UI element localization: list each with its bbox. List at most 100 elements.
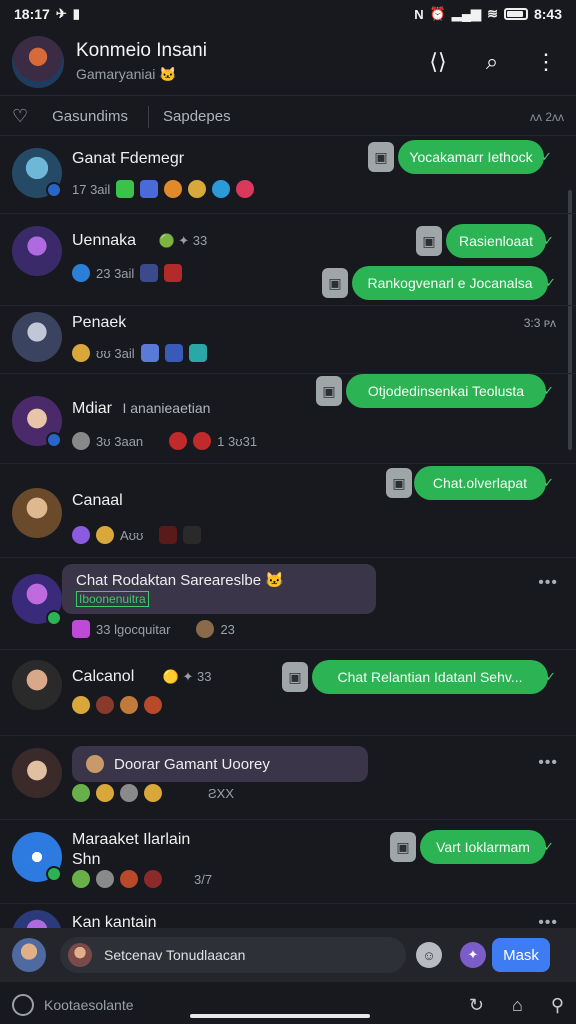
page-title[interactable]: Konmeio Insani [76,40,426,62]
list-item[interactable]: Ganat Fdemegr 17 3ail ▣ Yocakamarr Ietho… [0,140,576,214]
list-item[interactable]: Kan kantain ••• [0,904,576,928]
message-input[interactable]: Setcenav Tonudlaacan [60,937,406,973]
game-icon [140,344,159,362]
preview-text: Chat Rodaktan Sareareslbe 🐱 [76,572,284,589]
list-item[interactable]: Doorar Gamant Uoorey ƧXX ••• [0,736,576,820]
chat-meta: ʊʊ 3ail [72,344,207,362]
avatar [12,660,62,710]
more-icon[interactable]: ••• [538,574,558,592]
tab-1[interactable]: Gasundims [44,108,148,125]
meta-text: 23 3ail [96,265,135,281]
sticker-button-icon[interactable]: ✦ [460,942,486,968]
emoji-icon [72,784,90,802]
avatar [12,312,62,362]
sim-icon: ▮ [72,6,80,21]
message-bubble[interactable]: Chat Relantian Idatanl Sehv... [312,660,556,694]
signal-icon: ▂▄▆ [451,6,482,21]
avatar [12,748,62,798]
circle-icon[interactable] [12,994,34,1016]
input-placeholder: Setcenav Tonudlaacan [104,947,246,963]
emoji-icon [96,526,114,544]
camera-icon[interactable]: ▣ [368,142,394,172]
pin-icon[interactable]: ⚲ [551,995,564,1016]
list-item[interactable]: Maraaket Ilarlain Shn 3/7 ▣ Vart Ioklarm… [0,820,576,904]
message-preview[interactable]: Chat Rodaktan Sareareslbe 🐱 Iboonenuitra [62,564,376,614]
chat-name-extra: I ananieaetian [122,400,211,416]
list-item[interactable]: Canaal Aʊʊ ▣ Chat.olverlapat [0,464,576,558]
chat-meta: Aʊʊ [72,526,202,544]
chat-meta: 17 3ail [72,180,255,198]
preview-tag: Iboonenuitra [76,591,149,607]
home-indicator[interactable] [190,1014,370,1018]
emoji-icon [72,344,90,362]
home-icon[interactable]: ⌂ [512,995,523,1016]
meta-text: 3/7 [194,871,213,887]
list-item[interactable]: Chat Rodaktan Sareareslbe 🐱 Iboonenuitra… [0,558,576,650]
search-icon[interactable]: ⌕ [480,49,504,75]
status-bar: 18:17 ✈ ▮ N ⏰ ▂▄▆ ≋ 8:43 [0,0,576,28]
camera-icon[interactable]: ▣ [322,268,348,298]
list-item[interactable]: Mdiar I ananieaetian 3ʊ 3aan 1 3ʊ31 ▣ Ot… [0,374,576,464]
chat-name-text: Maraaket Ilarlain [72,831,191,848]
send-button[interactable]: Mask [492,938,550,972]
mini-avatar [68,943,92,967]
more-icon[interactable]: ⋮ [534,49,558,75]
camera-icon[interactable]: ▣ [316,376,342,406]
preview-text: Doorar Gamant Uoorey [114,755,270,773]
chat-meta: 3ʊ 3aan 1 3ʊ31 [72,432,257,450]
chat-name-extra: 🟢 ✦ 33 [158,233,208,248]
message-bubble[interactable]: Otjodedinsenkai Teolusta [346,374,554,408]
tab-divider [148,105,150,128]
camera-icon[interactable]: ▣ [416,226,442,256]
emoji-icon [193,432,212,450]
chat-name: Penaek [72,314,127,331]
game-icon [72,620,90,638]
share-icon[interactable]: ⟨⟩ [426,49,450,75]
more-icon[interactable]: ••• [538,754,558,772]
tab-2[interactable]: Sapdepes [155,108,251,125]
chat-meta: ƧXX [72,784,234,802]
chat-time: 3:3 ᴘᴧ [523,316,556,330]
emoji-icon [120,784,138,802]
emoji-icon [72,264,90,282]
emoji-icon [144,784,162,802]
chat-meta: 33 Ɩgocquitar 23 [72,620,235,638]
list-item[interactable]: Uennaka 🟢 ✦ 33 23 3ail ▣ Rasienloaat ▣ R… [0,214,576,306]
meta-extra: 23 [220,621,235,637]
emoji-icon [169,432,188,450]
list-item[interactable]: Penaek ʊʊ 3ail 3:3 ᴘᴧ [0,306,576,374]
emoji-icon [96,870,114,888]
alarm-icon: ⏰ [429,6,446,21]
chat-name: Maraaket Ilarlain Shn [72,830,190,870]
camera-icon[interactable]: ▣ [282,662,308,692]
camera-icon[interactable]: ▣ [386,468,412,498]
avatar [12,910,62,928]
message-bubble[interactable]: Chat.olverlapat [414,466,554,500]
page-subtitle: Gamaryaniai 🐱 [76,66,177,82]
meta-text: 33 Ɩgocquitar [96,621,171,637]
message-preview[interactable]: Doorar Gamant Uoorey [72,746,368,782]
camera-icon[interactable]: ▣ [390,832,416,862]
group-avatar[interactable] [12,35,64,88]
more-icon[interactable]: ••• [538,914,558,928]
bottom-nav: Kootaesolante ↻ ⌂ ⚲ [0,986,576,1024]
refresh-icon[interactable]: ↻ [469,995,484,1016]
message-bubble[interactable]: Yocakamarr Iethock [398,140,552,174]
heart-icon[interactable]: ♡ [12,106,28,127]
search-text[interactable]: Kootaesolante [44,997,134,1013]
emoji-icon [144,696,162,714]
tab-right-text: ᴧᴧ 2ᴧᴧ [529,109,564,124]
meta-text: ƧXX [208,785,235,801]
emoji-button-icon[interactable]: ☺ [416,942,442,968]
my-avatar[interactable] [12,938,46,972]
emoji-icon [120,696,138,714]
message-bubble[interactable]: Rankogvenarl e Jocanalsa [352,266,556,300]
compose-bar: Setcenav Tonudlaacan ☺ ✦ Mask [0,928,576,982]
message-bubble[interactable]: Rasienloaat [446,224,554,258]
online-badge [46,866,62,882]
online-badge [46,432,62,448]
list-item[interactable]: Calcanol 🟡 ✦ 33 ▣ Chat Relantian Idatanl… [0,650,576,736]
notification-icon: ✈ [55,6,67,21]
nfc-icon: N [414,6,424,22]
message-bubble[interactable]: Vart Ioklarmam [420,830,554,864]
